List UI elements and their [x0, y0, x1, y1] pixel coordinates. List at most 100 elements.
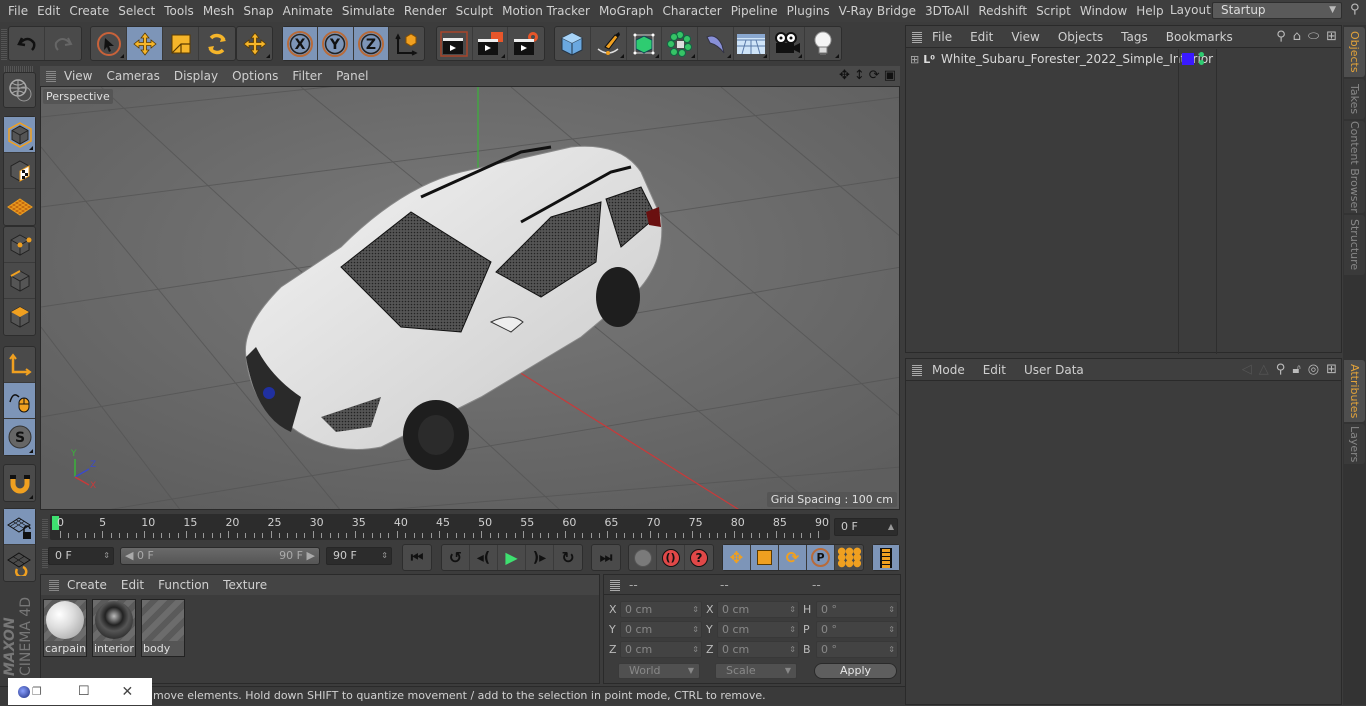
- viewport-menu-filter[interactable]: Filter: [292, 69, 322, 83]
- search-icon[interactable]: ⚲: [1350, 2, 1360, 17]
- cube-button[interactable]: [555, 27, 591, 60]
- expand-icon[interactable]: ⊞: [910, 53, 919, 66]
- y-axis-lock-button[interactable]: Y: [318, 27, 354, 60]
- attribute-menu-edit[interactable]: Edit: [983, 363, 1006, 377]
- menu-render[interactable]: Render: [395, 4, 447, 18]
- search-icon[interactable]: ⚲: [1276, 362, 1286, 377]
- object-name[interactable]: White_Subaru_Forester_2022_Simple_Interi…: [941, 52, 1213, 66]
- coordinate-system-button[interactable]: [389, 27, 424, 60]
- menu-redshift[interactable]: Redshift: [969, 4, 1027, 18]
- menu-edit[interactable]: Edit: [28, 4, 60, 18]
- previous-key-button[interactable]: ↺: [442, 545, 470, 570]
- viewport-menu-display[interactable]: Display: [174, 69, 218, 83]
- material-menu-create[interactable]: Create: [67, 578, 107, 592]
- rotation-p-field[interactable]: 0 ° ⇕: [816, 621, 898, 638]
- live-selection-button[interactable]: [91, 27, 127, 60]
- up-arrow-icon[interactable]: △: [1259, 362, 1269, 377]
- menu-window[interactable]: Window: [1071, 4, 1127, 18]
- rotation-b-field[interactable]: 0 ° ⇕: [816, 641, 898, 658]
- rotate-tool-button[interactable]: [199, 27, 235, 60]
- make-editable-button[interactable]: [4, 73, 35, 107]
- back-arrow-icon[interactable]: ◁: [1242, 362, 1252, 377]
- material-body[interactable]: body: [141, 599, 185, 657]
- dolly-icon[interactable]: ↕: [854, 68, 865, 83]
- coordinate-grip[interactable]: [610, 579, 620, 591]
- x-axis-lock-button[interactable]: X: [283, 27, 319, 60]
- material-interior[interactable]: interior: [92, 599, 136, 657]
- render-visibility-dot[interactable]: [1199, 60, 1204, 65]
- timeline-grip[interactable]: [42, 518, 48, 538]
- home-icon[interactable]: ⌂: [1293, 29, 1301, 44]
- search-icon[interactable]: ⚲: [1276, 29, 1286, 44]
- position-y-field[interactable]: 0 cm ⇕: [620, 621, 702, 638]
- previous-frame-button[interactable]: ◂(: [470, 545, 498, 570]
- tweak-mode-button[interactable]: [4, 383, 35, 419]
- range-right-arrow-icon[interactable]: ▶: [307, 548, 315, 564]
- redo-button[interactable]: [45, 27, 81, 60]
- axis-mode-button[interactable]: [4, 347, 35, 383]
- tab-content-browser[interactable]: Content Browser: [1344, 121, 1365, 213]
- tab-structure[interactable]: Structure: [1344, 215, 1365, 275]
- viewport-menu-options[interactable]: Options: [232, 69, 278, 83]
- object-grip[interactable]: [912, 31, 922, 43]
- menu-script[interactable]: Script: [1027, 4, 1071, 18]
- object-menu-view[interactable]: View: [1011, 30, 1039, 44]
- pan-icon[interactable]: ✥: [839, 68, 850, 83]
- timeline-ruler[interactable]: 0 5 10 15 20 25 30 35 40 45 50 55 60 65 70 75 80 85 90: [50, 514, 830, 540]
- restore-icon[interactable]: ❐: [32, 685, 42, 698]
- menu-mograph[interactable]: MoGraph: [590, 4, 654, 18]
- undo-button[interactable]: [9, 27, 45, 60]
- camera-label[interactable]: Perspective: [43, 89, 113, 104]
- tab-attributes[interactable]: Attributes: [1344, 360, 1365, 422]
- scale-key-button[interactable]: [751, 545, 779, 570]
- object-row[interactable]: ⊞ L⁰ White_Subaru_Forester_2022_Simple_I…: [906, 49, 1343, 69]
- layer-filter-icon[interactable]: ⬭: [1308, 29, 1319, 44]
- apply-button[interactable]: Apply: [814, 663, 897, 679]
- subdivision-surface-button[interactable]: [627, 27, 663, 60]
- size-x-field[interactable]: 0 cm ⇕: [717, 601, 799, 618]
- target-icon[interactable]: ◎: [1308, 362, 1319, 377]
- z-axis-lock-button[interactable]: Z: [353, 27, 389, 60]
- record-active-button[interactable]: [629, 545, 657, 570]
- points-mode-button[interactable]: [4, 227, 35, 263]
- viewport-perspective[interactable]: Y Z X Perspective Grid Spacing : 100 cm: [40, 86, 900, 510]
- size-z-field[interactable]: 0 cm ⇕: [717, 641, 799, 658]
- menu-help[interactable]: Help: [1127, 4, 1163, 18]
- move-tool-button[interactable]: [127, 27, 163, 60]
- tab-layers[interactable]: Layers: [1344, 424, 1365, 464]
- menu-tools[interactable]: Tools: [155, 4, 194, 18]
- light-button[interactable]: [805, 27, 841, 60]
- viewport-grip[interactable]: [46, 70, 56, 82]
- menu-sculpt[interactable]: Sculpt: [447, 4, 493, 18]
- range-left-arrow-icon[interactable]: ◀: [125, 548, 133, 564]
- menu-snap[interactable]: Snap: [234, 4, 273, 18]
- deformer-button[interactable]: [698, 27, 734, 60]
- toolbar-grip[interactable]: [1, 28, 7, 60]
- menu-mesh[interactable]: Mesh: [194, 4, 235, 18]
- end-frame-field[interactable]: 90 F ⇕: [326, 547, 392, 565]
- orbit-icon[interactable]: ⟳: [869, 68, 880, 83]
- new-panel-icon[interactable]: ⊞: [1326, 362, 1337, 377]
- viewport-menu-panel[interactable]: Panel: [336, 69, 368, 83]
- edges-mode-button[interactable]: [4, 263, 35, 299]
- menu-3dtoall[interactable]: 3DToAll: [916, 4, 969, 18]
- menu-simulate[interactable]: Simulate: [333, 4, 395, 18]
- material-carpaint[interactable]: carpaint: [43, 599, 87, 657]
- rotation-h-field[interactable]: 0 ° ⇕: [816, 601, 898, 618]
- menu-plugins[interactable]: Plugins: [778, 4, 830, 18]
- size-y-field[interactable]: 0 cm ⇕: [717, 621, 799, 638]
- render-view-button[interactable]: [437, 27, 473, 60]
- play-button[interactable]: ▶: [498, 545, 526, 570]
- attribute-menu-mode[interactable]: Mode: [932, 363, 965, 377]
- go-to-end-button[interactable]: ⏭: [592, 545, 620, 570]
- recent-move-button[interactable]: [237, 27, 272, 60]
- object-menu-bookmarks[interactable]: Bookmarks: [1166, 30, 1233, 44]
- texture-mode-button[interactable]: [4, 153, 35, 189]
- layer-color-swatch[interactable]: [1182, 53, 1194, 65]
- attribute-grip[interactable]: [912, 364, 922, 376]
- parameter-key-button[interactable]: P: [807, 545, 835, 570]
- scale-tool-button[interactable]: [163, 27, 199, 60]
- start-frame-field[interactable]: 0 F ⇕: [48, 547, 114, 565]
- attribute-menu-user-data[interactable]: User Data: [1024, 363, 1084, 377]
- render-picture-viewer-button[interactable]: [473, 27, 509, 60]
